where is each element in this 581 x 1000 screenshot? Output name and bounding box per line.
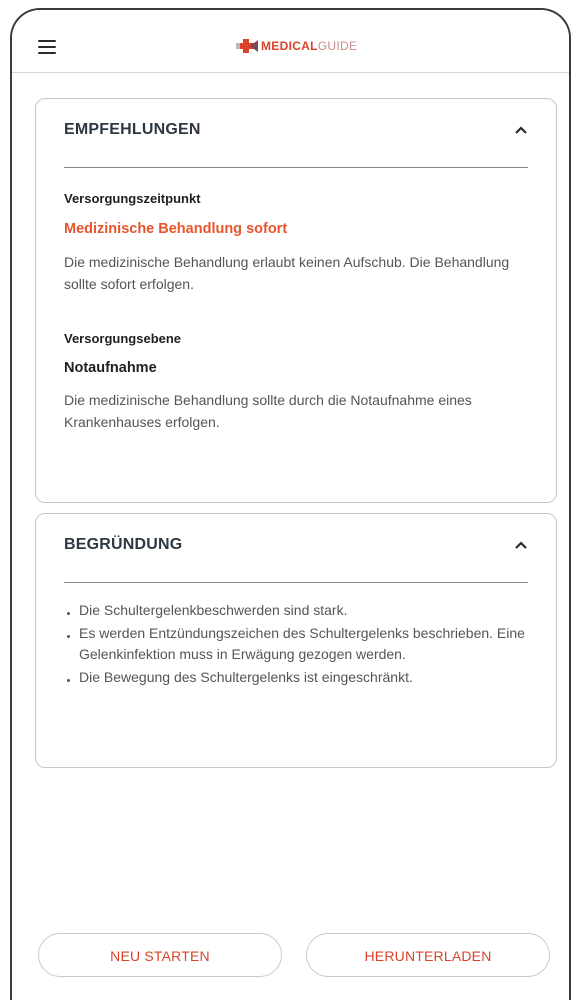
logo-wordmark: MEDICALGUIDE — [261, 35, 357, 57]
reasoning-card: BEGRÜNDUNG Die Schultergelenkbeschwerden… — [35, 513, 557, 768]
download-button[interactable]: HERUNTERLADEN — [306, 933, 550, 977]
reasoning-header[interactable]: BEGRÜNDUNG — [64, 514, 528, 583]
chevron-up-icon[interactable] — [514, 125, 528, 135]
recommendations-header[interactable]: EMPFEHLUNGEN — [64, 99, 528, 168]
phone-frame: MEDICALGUIDE EMPFEHLUNGEN Versorgungszei… — [10, 8, 571, 1000]
hamburger-menu-icon[interactable] — [38, 40, 56, 54]
app-header: MEDICALGUIDE — [12, 10, 569, 73]
logo-cross-icon — [236, 39, 258, 53]
restart-button[interactable]: NEU STARTEN — [38, 933, 282, 977]
medicalguide-logo: MEDICALGUIDE — [236, 35, 357, 57]
list-item: Es werden Entzündungszeichen des Schulte… — [64, 623, 534, 665]
chevron-up-icon[interactable] — [514, 540, 528, 550]
list-item: Die Schultergelenkbeschwerden sind stark… — [64, 600, 534, 621]
timing-value: Medizinische Behandlung sofort — [64, 221, 288, 237]
list-item: Die Bewegung des Schultergelenks ist ein… — [64, 667, 534, 688]
level-description: Die medizinische Behandlung sollte durch… — [64, 392, 472, 430]
recommendations-card: EMPFEHLUNGEN Versorgungszeitpunkt Medizi… — [35, 98, 557, 503]
recommendations-title: EMPFEHLUNGEN — [64, 121, 201, 138]
logo-text-bold: MEDICAL — [261, 39, 318, 53]
level-value: Notaufnahme — [64, 360, 157, 376]
logo-text-light: GUIDE — [317, 39, 358, 53]
level-label: Versorgungsebene — [64, 331, 182, 346]
reasoning-title: BEGRÜNDUNG — [64, 536, 183, 553]
timing-description: Die medizinische Behandlung erlaubt kein… — [64, 254, 510, 292]
timing-label: Versorgungszeitpunkt — [64, 191, 201, 206]
reasoning-list: Die Schultergelenkbeschwerden sind stark… — [64, 600, 534, 690]
